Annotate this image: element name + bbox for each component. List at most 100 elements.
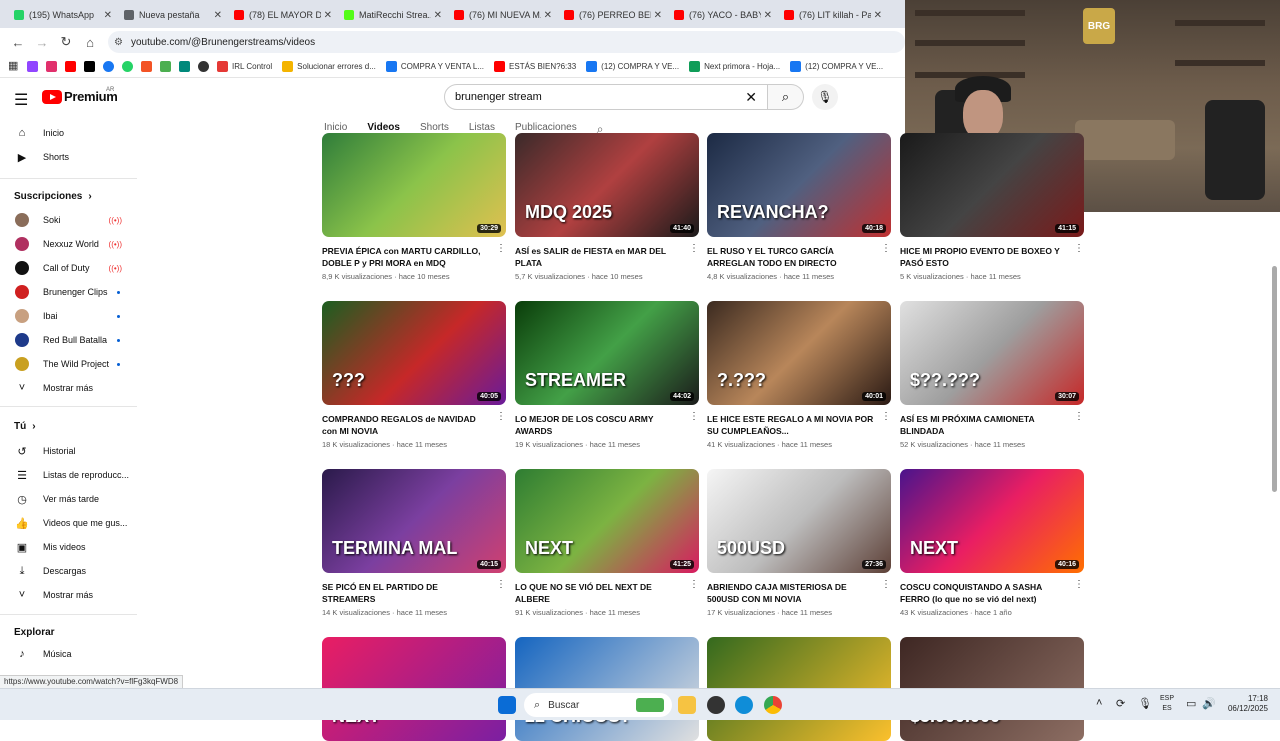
video-title[interactable]: ASÍ ES MI PRÓXIMA CAMIONETA BLINDADA bbox=[900, 413, 1068, 437]
globe-icon[interactable] bbox=[198, 61, 209, 72]
close-tab-icon[interactable]: ✕ bbox=[874, 10, 882, 21]
site-info-icon[interactable]: ⚙ bbox=[114, 37, 123, 48]
more-options-icon[interactable]: ⋮ bbox=[1074, 579, 1084, 590]
sidebar-item[interactable]: ⤓ Descargas bbox=[0, 561, 137, 581]
youtube-premium-logo[interactable]: Premium AR bbox=[42, 87, 118, 104]
browser-tab[interactable]: MatiRecchi Strea... ✕ bbox=[338, 2, 448, 28]
more-options-icon[interactable]: ⋮ bbox=[496, 579, 506, 590]
video-card[interactable]: ?.??? 40:01 LE HICE ESTE REGALO A MI NOVIA… bbox=[707, 301, 891, 449]
apps-grid-icon[interactable]: ▦ bbox=[8, 61, 19, 72]
home-browser-icon[interactable]: ⌂ bbox=[78, 35, 102, 50]
video-card[interactable]: $??.??? 30:07 ASÍ ES MI PRÓXIMA CAMIONETA … bbox=[900, 301, 1084, 449]
browser-tab[interactable]: (78) EL MAYOR D...✕ bbox=[228, 2, 338, 28]
facebook-icon[interactable] bbox=[103, 61, 114, 72]
video-card[interactable]: TERMINA MAL 40:15 SE PICÓ EN EL PARTIDO DE… bbox=[322, 469, 506, 617]
sidebar-item[interactable]: Red Bull Batalla bbox=[0, 330, 137, 350]
youtube-bookmark-icon[interactable] bbox=[65, 61, 76, 72]
video-card[interactable]: NEXT 41:25 LO QUE NO SE VIÓ DEL NEXT DE AL… bbox=[515, 469, 699, 617]
edge-icon[interactable] bbox=[735, 696, 753, 714]
video-card[interactable]: 41:15 HICE MI PROPIO EVENTO DE BOXEO Y PA… bbox=[900, 133, 1084, 281]
video-title[interactable]: LO MEJOR DE LOS COSCU ARMY AWARDS bbox=[515, 413, 683, 437]
sync-icon[interactable]: ⟳ bbox=[1116, 697, 1125, 710]
volume-icon[interactable]: 🔊 bbox=[1202, 697, 1216, 710]
more-options-icon[interactable]: ⋮ bbox=[496, 243, 506, 254]
video-card[interactable]: 500USD 27:36 ABRIENDO CAJA MISTERIOSA DE 5… bbox=[707, 469, 891, 617]
sidebar-item[interactable]: ♪ Música bbox=[0, 644, 137, 664]
you-header[interactable]: Tú › bbox=[14, 421, 36, 432]
browser-tab[interactable]: (76) YACO - BABY...✕ bbox=[668, 2, 778, 28]
voice-search-button[interactable]: 🎙 bbox=[812, 84, 838, 110]
video-title[interactable]: COMPRANDO REGALOS de NAVIDAD con MI NOVI… bbox=[322, 413, 490, 437]
bookmark-item[interactable]: Solucionar errores d... bbox=[282, 61, 376, 72]
more-options-icon[interactable]: ⋮ bbox=[689, 579, 699, 590]
video-thumbnail[interactable]: TERMINA MAL 40:15 bbox=[322, 469, 506, 573]
microphone-tray-icon[interactable]: 🎙 bbox=[1138, 697, 1152, 710]
video-title[interactable]: SE PICÓ EN EL PARTIDO DE STREAMERS bbox=[322, 581, 490, 605]
sidebar-item[interactable]: Nexxuz World ((•)) bbox=[0, 234, 137, 254]
video-title[interactable]: PREVIA ÉPICA con MARTU CARDILLO, DOBLE P… bbox=[322, 245, 490, 269]
chevron-up-icon[interactable]: ˄ bbox=[1096, 697, 1102, 709]
close-tab-icon[interactable]: ✕ bbox=[214, 10, 222, 21]
video-title[interactable]: LE HICE ESTE REGALO A MI NOVIA POR SU CU… bbox=[707, 413, 875, 437]
video-thumbnail[interactable]: $??.??? 30:07 bbox=[900, 301, 1084, 405]
subscriptions-header[interactable]: Suscripciones › bbox=[14, 191, 92, 202]
video-card[interactable]: ??? 40:05 COMPRANDO REGALOS de NAVIDAD con… bbox=[322, 301, 506, 449]
video-card[interactable]: STREAMER 44:02 LO MEJOR DE LOS COSCU ARMY … bbox=[515, 301, 699, 449]
more-options-icon[interactable]: ⋮ bbox=[881, 411, 891, 422]
sidebar-item[interactable]: ◷ Ver más tarde bbox=[0, 489, 137, 509]
photo-icon[interactable] bbox=[160, 61, 171, 72]
file-explorer-icon[interactable] bbox=[678, 696, 696, 714]
sidebar-item[interactable]: Call of Duty ((•)) bbox=[0, 258, 137, 278]
sidebar-item[interactable]: Brunenger Clips bbox=[0, 282, 137, 302]
video-title[interactable]: LO QUE NO SE VIÓ DEL NEXT DE ALBERE bbox=[515, 581, 683, 605]
taskbar-search[interactable]: ⌕ Buscar bbox=[524, 693, 672, 717]
reload-icon[interactable]: ↻ bbox=[54, 34, 78, 50]
sidebar-item[interactable]: ▶ Shorts bbox=[0, 147, 137, 167]
microsoft-icon[interactable] bbox=[141, 61, 152, 72]
grid-bookmark-icon[interactable] bbox=[179, 61, 190, 72]
clear-search-icon[interactable]: ✕ bbox=[745, 89, 757, 106]
back-icon[interactable]: ← bbox=[6, 35, 30, 50]
scrollbar[interactable] bbox=[1272, 266, 1277, 492]
video-card[interactable]: REVANCHA? 40:18 EL RUSO Y EL TURCO GARCÍA … bbox=[707, 133, 891, 281]
more-options-icon[interactable]: ⋮ bbox=[1074, 243, 1084, 254]
video-title[interactable]: ABRIENDO CAJA MISTERIOSA DE 500USD CON M… bbox=[707, 581, 875, 605]
windows-start-icon[interactable] bbox=[498, 696, 516, 714]
video-thumbnail[interactable]: STREAMER 44:02 bbox=[515, 301, 699, 405]
search-input[interactable]: brunenger stream ✕ bbox=[444, 84, 768, 110]
sidebar-item[interactable]: 👍 Videos que me gus... bbox=[0, 513, 137, 533]
browser-tab[interactable]: (195) WhatsApp ✕ bbox=[8, 2, 118, 28]
system-clock[interactable]: 17:18 06/12/2025 bbox=[1222, 694, 1268, 714]
video-thumbnail[interactable]: REVANCHA? 40:18 bbox=[707, 133, 891, 237]
close-tab-icon[interactable]: ✕ bbox=[544, 10, 552, 21]
more-options-icon[interactable]: ⋮ bbox=[881, 243, 891, 254]
video-thumbnail[interactable]: 500USD 27:36 bbox=[707, 469, 891, 573]
more-options-icon[interactable]: ⋮ bbox=[689, 243, 699, 254]
sidebar-item[interactable]: The Wild Project bbox=[0, 354, 137, 374]
bookmark-item[interactable]: (12) COMPRA Y VE... bbox=[586, 61, 679, 72]
browser-tab[interactable]: Nueva pestaña ✕ bbox=[118, 2, 228, 28]
close-tab-icon[interactable]: ✕ bbox=[764, 10, 772, 21]
more-options-icon[interactable]: ⋮ bbox=[1074, 411, 1084, 422]
video-thumbnail[interactable]: ?.??? 40:01 bbox=[707, 301, 891, 405]
whatsapp-bookmark-icon[interactable] bbox=[122, 61, 133, 72]
video-title[interactable]: HICE MI PROPIO EVENTO DE BOXEO Y PASÓ ES… bbox=[900, 245, 1068, 269]
twitch-icon[interactable] bbox=[27, 61, 38, 72]
bookmark-item[interactable]: (12) COMPRA Y VE... bbox=[790, 61, 883, 72]
search-button[interactable]: ⌕ bbox=[768, 84, 804, 110]
video-thumbnail[interactable]: 41:15 bbox=[900, 133, 1084, 237]
chrome-taskbar-icon[interactable] bbox=[764, 696, 782, 714]
obs-icon[interactable] bbox=[707, 696, 725, 714]
browser-tab[interactable]: (76) LIT killah - Pa...✕ bbox=[778, 2, 888, 28]
close-tab-icon[interactable]: ✕ bbox=[434, 10, 442, 21]
sidebar-item[interactable]: ↺ Historial bbox=[0, 441, 137, 461]
close-tab-icon[interactable]: ✕ bbox=[654, 10, 662, 21]
display-icon[interactable]: ▭ bbox=[1186, 697, 1196, 710]
sidebar-item[interactable]: ˅ Mostrar más bbox=[0, 585, 137, 605]
sidebar-item[interactable]: ˅ Mostrar más bbox=[0, 378, 137, 398]
instagram-icon[interactable] bbox=[46, 61, 57, 72]
sidebar-item[interactable]: ☰ Listas de reproducc... bbox=[0, 465, 137, 485]
video-thumbnail[interactable]: NEXT 41:25 bbox=[515, 469, 699, 573]
bookmark-item[interactable]: Next primora - Hoja... bbox=[689, 61, 780, 72]
video-card[interactable]: MDQ 2025 41:40 ASÍ es SALIR de FIESTA en M… bbox=[515, 133, 699, 281]
